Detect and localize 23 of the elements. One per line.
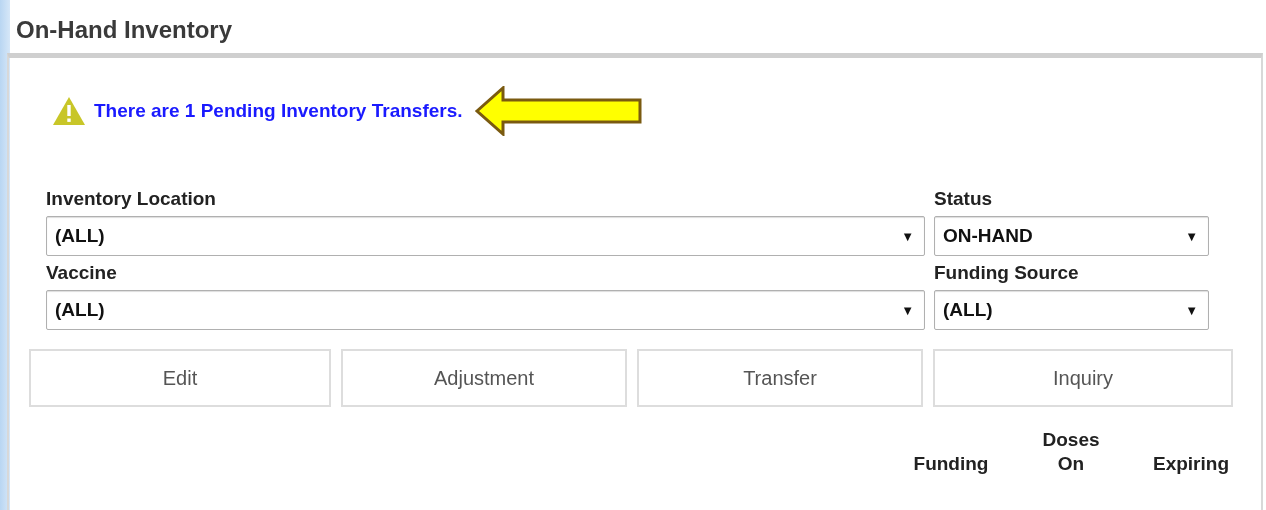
caret-icon: ▼	[901, 228, 914, 244]
field-label: Vaccine	[46, 262, 118, 284]
pending-transfers-link[interactable]: There are 1 Pending Inventory Transfers.	[94, 100, 463, 122]
page-title: On-Hand Inventory	[16, 16, 233, 44]
field-label: Status	[934, 188, 994, 210]
action-button[interactable]: Inquiry	[933, 349, 1233, 407]
caret-icon: ▼	[901, 302, 914, 318]
warning-icon	[52, 96, 86, 126]
action-button[interactable]: Transfer	[637, 349, 923, 407]
dropdown[interactable]: (ALL) ▼	[46, 290, 925, 330]
action-button[interactable]: Adjustment	[341, 349, 627, 407]
field-label: Funding Source	[934, 262, 1080, 284]
column-group-header: Doses	[1042, 429, 1100, 451]
dropdown[interactable]: (ALL) ▼	[934, 290, 1209, 330]
field-label: Inventory Location	[46, 188, 217, 210]
dropdown[interactable]: ON-HAND ▼	[934, 216, 1209, 256]
column-header: Funding	[913, 453, 989, 475]
action-button[interactable]: Edit	[29, 349, 331, 407]
column-header: On	[1057, 453, 1085, 475]
dropdown[interactable]: (ALL) ▼	[46, 216, 925, 256]
caret-icon: ▼	[1185, 302, 1198, 318]
column-header: Expiring	[1153, 453, 1229, 475]
caret-icon: ▼	[1185, 228, 1198, 244]
